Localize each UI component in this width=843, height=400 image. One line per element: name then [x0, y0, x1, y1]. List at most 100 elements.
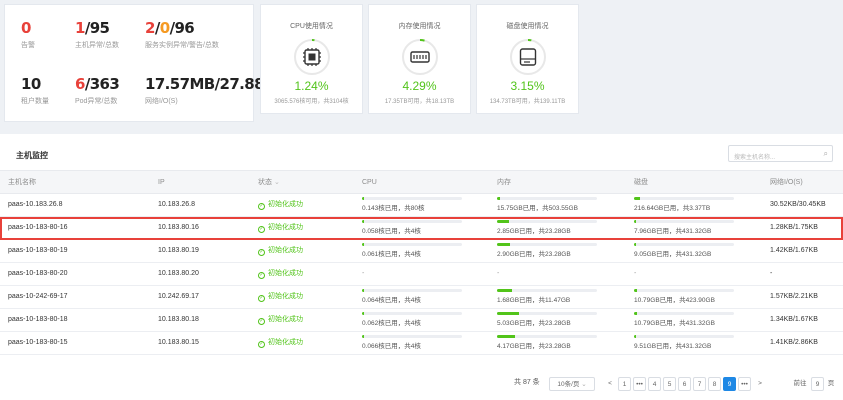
- cpu-usage-cell: 0.058核已用，共4核: [362, 220, 462, 235]
- page-button[interactable]: 1: [618, 377, 631, 391]
- sort-icon[interactable]: ⌄: [274, 179, 280, 186]
- page-button[interactable]: 9: [723, 377, 736, 391]
- col-host-name[interactable]: 主机名称: [8, 171, 36, 194]
- status-badge: ✓ 初始化成功: [258, 332, 303, 354]
- usage-text: 0.143核已用，共80核: [362, 205, 425, 212]
- usage-bar-fill: [497, 289, 512, 292]
- check-circle-icon: ✓: [258, 272, 265, 279]
- col-disk[interactable]: 磁盘: [634, 171, 648, 194]
- check-circle-icon: ✓: [258, 341, 265, 348]
- disk-usage-title: 磁盘使用情况: [506, 23, 549, 30]
- table-body: paas-10.183.26.8 10.183.26.8 ✓ 初始化成功 0.143核已…: [0, 194, 843, 355]
- stat-value-part: /363: [84, 75, 120, 93]
- table-row[interactable]: paas-10-183-80-15 10.183.80.15 ✓ 初始化成功 0.066…: [0, 332, 843, 355]
- stat-service-instances-value: 2/0/96: [145, 19, 225, 37]
- usage-bar-fill: [362, 335, 364, 338]
- disk-usage-cell: 10.79GB已用，共423.90GB: [634, 289, 734, 304]
- status-badge: ✓ 初始化成功: [258, 263, 303, 285]
- usage-text: 7.96GB已用，共431.32GB: [634, 228, 712, 235]
- page-button[interactable]: 8: [708, 377, 721, 391]
- col-network-io[interactable]: 网络I/O(S): [770, 171, 803, 194]
- table-row[interactable]: paas-10-183-80-20 10.183.80.20 ✓ 初始化成功 - - - -: [0, 263, 843, 286]
- page-button[interactable]: •••: [633, 377, 646, 391]
- status-badge: ✓ 初始化成功: [258, 309, 303, 331]
- usage-text: 2.85GB已用，共23.28GB: [497, 228, 571, 235]
- ip-cell: 10.183.80.20: [158, 270, 199, 277]
- page-button[interactable]: 6: [678, 377, 691, 391]
- col-memory[interactable]: 内存: [497, 171, 511, 194]
- next-page-button[interactable]: >: [754, 377, 766, 391]
- goto-input[interactable]: 9: [811, 377, 824, 391]
- ip-cell: 10.242.69.17: [158, 293, 199, 300]
- usage-bar-track: [497, 312, 597, 315]
- host-name-cell[interactable]: paas-10-183-80-19: [8, 240, 68, 262]
- col-ip[interactable]: IP: [158, 171, 165, 194]
- page-size-select[interactable]: 10条/页 ⌄: [549, 377, 595, 391]
- host-name-cell[interactable]: paas-10-242-69-17: [8, 286, 68, 308]
- usage-text: 10.79GB已用，共431.32GB: [634, 320, 715, 327]
- col-cpu[interactable]: CPU: [362, 171, 377, 194]
- usage-bar-track: [362, 312, 462, 315]
- usage-text: 5.03GB已用，共23.28GB: [497, 320, 571, 327]
- status-badge: ✓ 初始化成功: [258, 240, 303, 262]
- memory-icon: [409, 51, 430, 63]
- memory-usage-detail: 17.35TB可用，共18.13TB: [384, 99, 455, 105]
- usage-bar-track: [634, 197, 734, 200]
- host-name-cell[interactable]: paas-10-183-80-15: [8, 332, 68, 354]
- cpu-icon: [302, 48, 321, 66]
- search-icon[interactable]: ⌕: [824, 149, 828, 159]
- usage-bar-fill: [362, 220, 364, 223]
- cpu-usage-percent: 1.24%: [294, 79, 329, 93]
- stat-value-part: /95: [84, 19, 110, 37]
- stat-network-io[interactable]: 17.57MB/27.88MB 网络I/O(S): [145, 75, 290, 125]
- ip-cell: 10.183.80.19: [158, 247, 199, 254]
- table-row[interactable]: paas-10.183.26.8 10.183.26.8 ✓ 初始化成功 0.143核已…: [0, 194, 843, 217]
- usage-text: 216.64GB已用，共3.37TB: [634, 205, 711, 212]
- table-row[interactable]: paas-10-183-80-19 10.183.80.19 ✓ 初始化成功 0.061…: [0, 240, 843, 263]
- usage-text: 9.51GB已用，共431.32GB: [634, 343, 712, 350]
- usage-bar-track: [497, 289, 597, 292]
- stat-service-instances[interactable]: 2/0/96 服务实例异常/警告/总数: [145, 19, 225, 69]
- stat-value-part: 1: [75, 19, 85, 37]
- check-circle-icon: ✓: [258, 295, 265, 302]
- stat-service-instances-label: 服务实例异常/警告/总数: [145, 42, 219, 49]
- usage-bar-fill: [634, 243, 637, 246]
- memory-usage-card: 内存使用情况 4.29% 17.35TB可用，共18.13TB: [368, 4, 471, 114]
- disk-usage-gauge: [509, 39, 546, 75]
- usage-bar-fill: [362, 289, 364, 292]
- network-io-cell: -: [770, 270, 773, 277]
- table-header: 主机名称 IP 状态 ⌄ CPU 内存 磁盘 网络I/O(S): [0, 170, 843, 194]
- usage-bar-track: [362, 335, 462, 338]
- check-circle-icon: ✓: [258, 226, 265, 233]
- stat-value-part: 10: [21, 75, 41, 93]
- usage-bar-track: [362, 243, 462, 246]
- prev-page-button[interactable]: <: [604, 377, 616, 391]
- status-text: 初始化成功: [268, 293, 303, 300]
- table-row[interactable]: paas-10-183-80-18 10.183.80.18 ✓ 初始化成功 0.062…: [0, 309, 843, 332]
- disk-usage-cell: 9.05GB已用，共431.32GB: [634, 243, 734, 258]
- usage-bar-fill: [497, 220, 510, 223]
- table-row[interactable]: paas-10-242-69-17 10.242.69.17 ✓ 初始化成功 0.064…: [0, 286, 843, 309]
- host-name-cell[interactable]: paas-10-183-80-16: [8, 217, 68, 239]
- more-pages-button[interactable]: •••: [738, 377, 751, 391]
- usage-bar-fill: [497, 243, 510, 246]
- stat-host-abnormal-label: 主机异常/总数: [75, 42, 119, 49]
- network-io-cell: 1.41KB/2.86KB: [770, 339, 818, 346]
- page-button[interactable]: 4: [648, 377, 661, 391]
- stat-pod-abnormal-label: Pod异常/总数: [75, 98, 118, 105]
- usage-bar-track: [362, 289, 462, 292]
- memory-usage-cell: 5.03GB已用，共23.28GB: [497, 312, 597, 327]
- host-name-cell[interactable]: paas-10-183-80-20: [8, 263, 68, 285]
- host-name-cell[interactable]: paas-10.183.26.8: [8, 194, 63, 216]
- stat-pod-abnormal[interactable]: 6/363 Pod异常/总数: [75, 75, 155, 125]
- status-text: 初始化成功: [268, 339, 303, 346]
- page-button[interactable]: 5: [663, 377, 676, 391]
- page-button[interactable]: 7: [693, 377, 706, 391]
- host-name-cell[interactable]: paas-10-183-80-18: [8, 309, 68, 331]
- table-row[interactable]: paas-10-183-80-16 10.183.80.16 ✓ 初始化成功 0.058…: [0, 217, 843, 240]
- cpu-usage-detail: 3065.576核可用，共3104核: [274, 99, 349, 105]
- host-search-input[interactable]: [729, 150, 817, 166]
- stat-host-abnormal[interactable]: 1/95 主机异常/总数: [75, 19, 155, 69]
- col-status[interactable]: 状态 ⌄: [258, 171, 280, 194]
- disk-usage-cell: 9.51GB已用，共431.32GB: [634, 335, 734, 350]
